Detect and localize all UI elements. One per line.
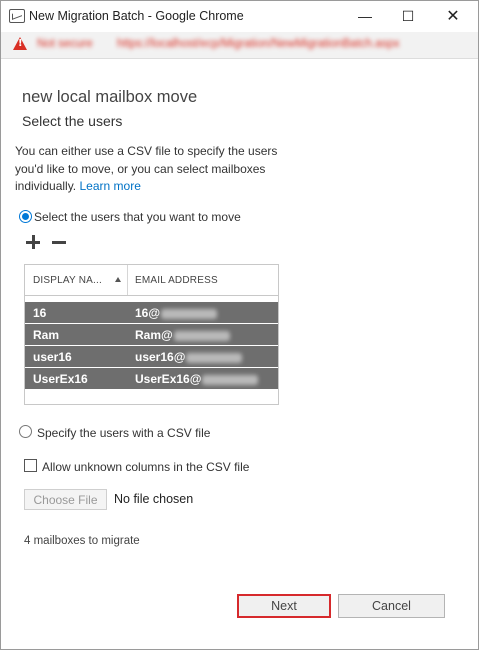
column-email-address[interactable]: EMAIL ADDRESS — [135, 275, 218, 286]
table-row[interactable]: user16 user16@ — [25, 346, 278, 367]
cell-email: 16@ — [135, 306, 218, 320]
redacted-domain — [202, 374, 259, 385]
cell-email: Ram@ — [135, 328, 230, 342]
cell-display-name: Ram — [33, 328, 60, 342]
choose-file-button[interactable]: Choose File — [24, 489, 107, 510]
mailbox-count: 4 mailboxes to migrate — [24, 535, 140, 547]
close-icon[interactable]: ✕ — [438, 5, 468, 27]
cell-display-name: UserEx16 — [33, 372, 88, 386]
add-icon[interactable] — [26, 235, 40, 249]
warning-icon — [13, 37, 27, 50]
mail-app-icon — [9, 9, 25, 23]
cell-display-name: 16 — [33, 306, 47, 320]
cell-email: user16@ — [135, 350, 243, 364]
page-title: new local mailbox move — [22, 88, 198, 106]
url-text[interactable]: https://localhost/ecp/Migration/NewMigra… — [117, 38, 457, 50]
table-row[interactable]: UserEx16 UserEx16@ — [25, 368, 278, 389]
security-label: Not secure — [37, 38, 93, 50]
email-prefix: UserEx16@ — [135, 372, 202, 386]
window-title: New Migration Batch - Google Chrome — [29, 9, 244, 23]
title-bar: New Migration Batch - Google Chrome — ☐ … — [1, 1, 478, 32]
remove-icon[interactable] — [52, 241, 66, 244]
redacted-domain — [186, 352, 243, 363]
page-subtitle: Select the users — [22, 113, 123, 129]
redacted-domain — [173, 330, 230, 341]
learn-more-link[interactable]: Learn more — [80, 179, 141, 193]
email-prefix: Ram@ — [135, 328, 173, 342]
maximize-icon[interactable]: ☐ — [393, 5, 423, 27]
allow-unknown-columns-label[interactable]: Allow unknown columns in the CSV file — [42, 460, 249, 474]
column-divider — [127, 265, 128, 295]
browser-window: New Migration Batch - Google Chrome — ☐ … — [0, 0, 479, 650]
intro-text: You can either use a CSV file to specify… — [15, 143, 285, 196]
table-row[interactable]: 16 16@ — [25, 302, 278, 323]
column-display-name[interactable]: DISPLAY NA... — [33, 275, 102, 286]
select-users-label[interactable]: Select the users that you want to move — [34, 210, 241, 224]
file-status-text: No file chosen — [114, 492, 194, 506]
sort-ascending-icon[interactable] — [115, 277, 121, 282]
address-bar[interactable]: Not secure https://localhost/ecp/Migrati… — [1, 32, 478, 59]
cancel-button[interactable]: Cancel — [338, 594, 445, 618]
redacted-domain — [161, 308, 218, 319]
next-button[interactable]: Next — [237, 594, 331, 618]
email-prefix: 16@ — [135, 306, 161, 320]
cell-display-name: user16 — [33, 350, 72, 364]
minimize-icon[interactable]: — — [350, 5, 380, 27]
select-users-radio[interactable] — [19, 210, 32, 223]
csv-file-label[interactable]: Specify the users with a CSV file — [37, 426, 210, 440]
intro-description: You can either use a CSV file to specify… — [15, 144, 278, 193]
csv-file-radio[interactable] — [19, 425, 32, 438]
table-row[interactable]: Ram Ram@ — [25, 324, 278, 345]
table-header: DISPLAY NA... EMAIL ADDRESS — [25, 265, 278, 296]
users-table: DISPLAY NA... EMAIL ADDRESS 16 16@ Ram R… — [24, 264, 279, 405]
allow-unknown-columns-checkbox[interactable] — [24, 459, 37, 472]
cell-email: UserEx16@ — [135, 372, 259, 386]
email-prefix: user16@ — [135, 350, 186, 364]
